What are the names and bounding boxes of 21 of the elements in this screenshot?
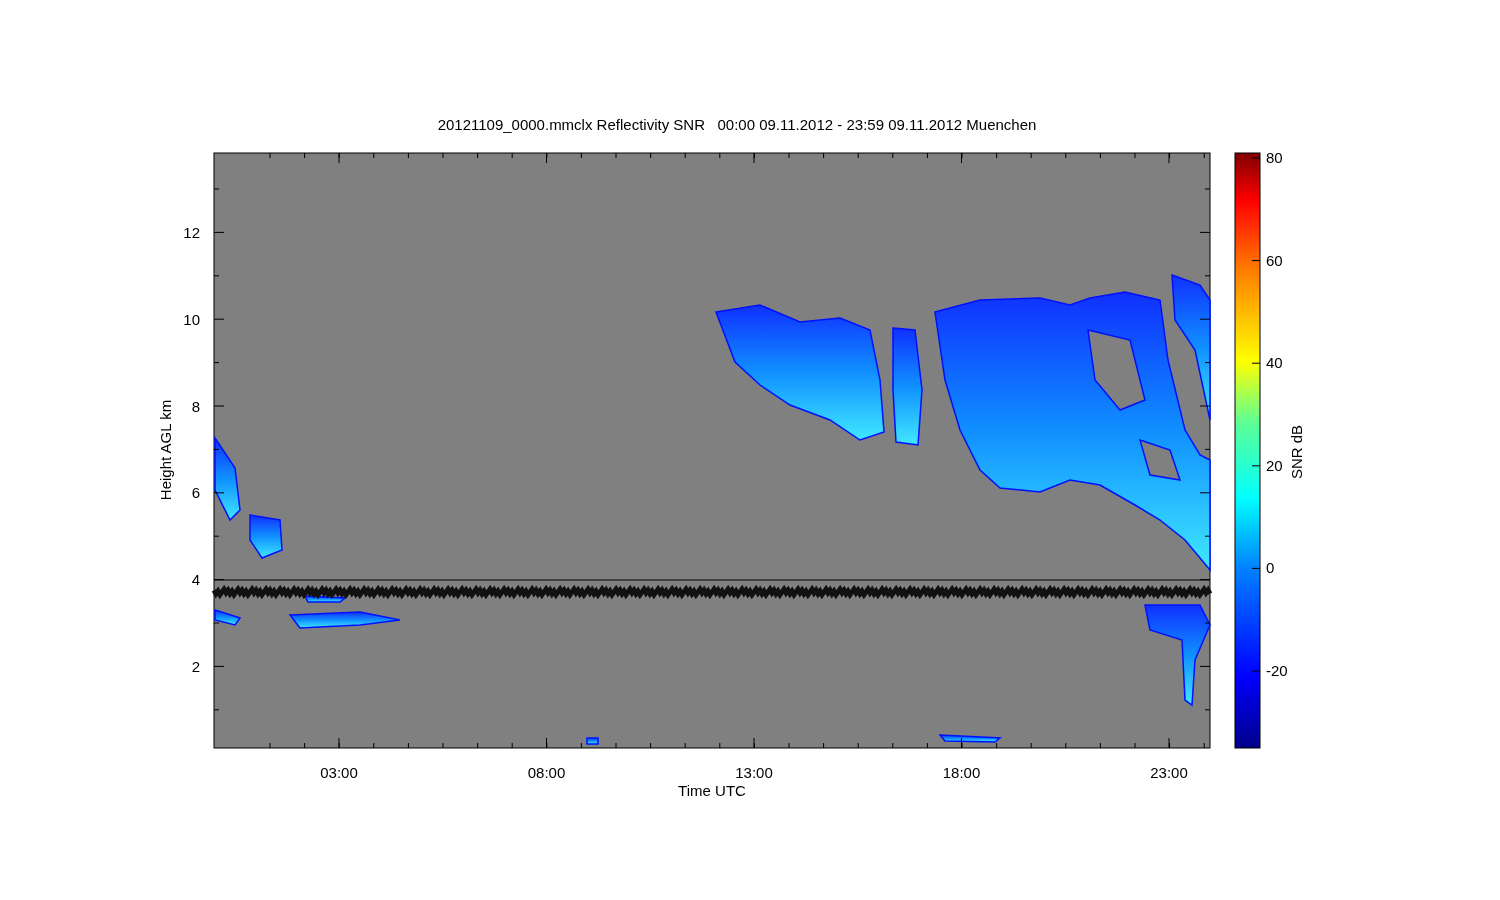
colorbar-tick-label: 20	[1266, 456, 1283, 474]
x-tick-label: 23:00	[1150, 764, 1188, 781]
chart-title: 20121109_0000.mmclx Reflectivity SNR 00:00 09.11.2012 - 23:59 09.11.2012 Muenchen	[437, 116, 1037, 133]
colorbar-tick-label: -20	[1266, 662, 1288, 679]
colorbar-label: SNR dB	[1288, 424, 1305, 480]
x-axis-label: Time UTC	[678, 782, 746, 799]
y-tick-label: 4	[191, 571, 200, 589]
x-tick-label: 18:00	[942, 764, 981, 781]
x-tick-label: 08:00	[527, 764, 566, 781]
y-tick-label: 10	[183, 310, 200, 328]
y-tick-label: 8	[191, 397, 200, 415]
y-tick-label: 12	[183, 224, 200, 241]
x-tick-label: 03:00	[320, 764, 358, 781]
colorbar-tick-label: 60	[1266, 251, 1283, 269]
y-tick-label: 2	[191, 658, 200, 675]
colorbar-tick-label: 0	[1266, 559, 1275, 577]
y-tick-label: 6	[191, 484, 200, 502]
x-tick-label: 13:00	[735, 764, 773, 781]
colorbar-tick-label: 80	[1266, 149, 1283, 166]
y-axis-label: Height AGL km	[157, 399, 174, 501]
colorbar-tick-label: 40	[1266, 354, 1283, 372]
